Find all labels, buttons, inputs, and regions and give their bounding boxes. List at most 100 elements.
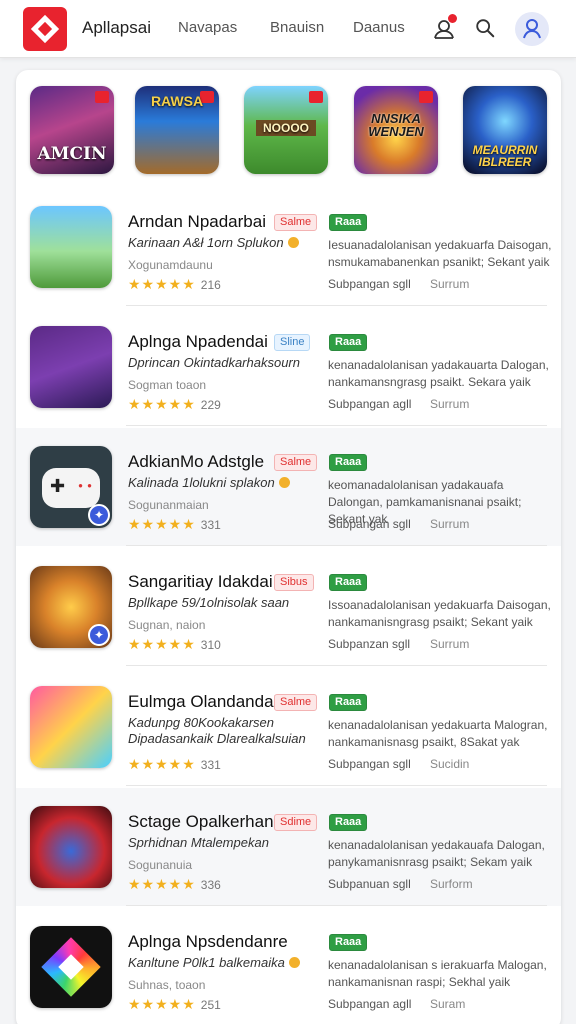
app-title[interactable]: Aplnga Npadendai [128, 332, 268, 352]
featured-tile-5[interactable]: MEAURRIN IBLREER [463, 86, 547, 174]
new-badge: Raaa [329, 334, 368, 351]
featured-tile-1[interactable]: AMCIN [30, 86, 114, 174]
app-detail-left: Subpangan agll [328, 397, 412, 411]
logo-icon[interactable] [23, 7, 67, 51]
nav-link-2[interactable]: Bnauisn [270, 19, 324, 36]
badge-icon [95, 91, 109, 103]
app-icon-game[interactable] [30, 806, 112, 888]
list-item[interactable]: Arndan Npadarbai Salme Raaa Karinaan A&ł… [16, 188, 561, 306]
stars-icon: ★★★★★ [128, 996, 196, 1012]
coin-icon [287, 237, 299, 248]
app-subtitle: Bpllkape 59/1olnisolak saan [128, 595, 290, 610]
app-subtitle: Kalinada 1lolukni splakon [128, 475, 290, 490]
divider [126, 425, 547, 426]
new-badge: Raaa [329, 934, 368, 951]
app-description: kenanadalolanisan s ierakuarfa Malogan, … [328, 958, 547, 989]
app-icon-game[interactable] [30, 686, 112, 768]
plus-icon: ✦ [88, 504, 110, 526]
new-badge: Raaa [329, 214, 368, 231]
app-description: kenanadalolanisan yedakauafa Dalogan, pa… [328, 838, 545, 869]
stars-icon: ★★★★★ [128, 876, 196, 892]
app-title[interactable]: Sangaritiay Idakdai [128, 572, 273, 592]
list-item[interactable]: ✦ AdkianMo Adstgle Salme Raaa Kalinada 1… [16, 428, 561, 546]
featured-label-1: AMCIN [37, 144, 107, 164]
app-subtitle: Kadunpg 80Kookakarsen [128, 715, 275, 730]
list-item[interactable]: Sctage Opalkerhan Sdime Raaa Sprhidnan M… [16, 788, 561, 906]
app-title[interactable]: AdkianMo Adstgle [128, 452, 264, 472]
stars-icon: ★★★★★ [128, 516, 196, 532]
divider [126, 665, 547, 666]
diamond-icon[interactable] [30, 926, 112, 1008]
app-detail-left: Subpangan sgll [328, 757, 411, 771]
app-title[interactable]: Arndan Npadarbai [128, 212, 266, 232]
app-description: Issoanadalolanisan yedakuarfa Daisogan, … [328, 598, 551, 629]
app-icon-game[interactable]: ✦ [30, 566, 112, 648]
search-icon[interactable] [474, 17, 498, 41]
app-detail-right: Surrum [430, 397, 470, 411]
app-subtitle: Sprhidnan Mtalempekan [128, 835, 269, 850]
stars-icon: ★★★★★ [128, 276, 196, 292]
app-detail-right: Surrum [430, 277, 470, 291]
sale-badge: Sdime [274, 814, 318, 831]
sale-badge: Salme [274, 214, 318, 231]
stars-icon: ★★★★★ [128, 756, 196, 772]
new-badge: Raaa [329, 694, 368, 711]
app-rating: ★★★★★ 331 [128, 756, 221, 772]
featured-label-4: NNSIKA WENJEN [368, 111, 424, 139]
app-detail-left: Subpangan sgll [328, 277, 411, 291]
divider [126, 785, 547, 786]
app-meta: Sugnan, naion [128, 618, 206, 632]
app-rating: ★★★★★ 216 [128, 276, 221, 292]
notification-dot [448, 14, 457, 23]
list-item[interactable]: Aplnga Npadendai Sline Raaa Dprincan Oki… [16, 308, 561, 426]
list-item[interactable]: ✦ Sangaritiay Idakdai Sibus Raaa Bpllkap… [16, 548, 561, 666]
list-item[interactable]: Eulmga Olandandai Salme Raaa Kadunpg 80K… [16, 668, 561, 786]
sale-badge: Salme [274, 454, 318, 471]
app-rating: ★★★★★ 251 [128, 996, 221, 1012]
bell-icon[interactable] [432, 14, 457, 41]
new-badge: Raaa [329, 814, 368, 831]
app-title[interactable]: Aplnga Npsdendanre [128, 932, 288, 952]
app-detail-left: Subpanzan sgll [328, 637, 411, 651]
app-title[interactable]: Eulmga Olandandai [128, 692, 277, 712]
divider [126, 305, 547, 306]
app-title[interactable]: Sctage Opalkerhan [128, 812, 274, 832]
app-description: Iesuanadalolanisan yedakuarfa Daisogan, … [328, 238, 552, 269]
app-icon-game[interactable] [30, 206, 112, 288]
top-app-bar: Apllapsai Navapas Bnauisn Daanus [0, 0, 576, 58]
nav-link-1[interactable]: Navapas [178, 19, 237, 36]
app-rating: ★★★★★ 310 [128, 636, 221, 652]
stars-icon: ★★★★★ [128, 396, 196, 412]
badge-icon [309, 91, 323, 103]
app-meta: Suhnas, toaon [128, 978, 206, 992]
featured-tile-4[interactable]: NNSIKA WENJEN [354, 86, 438, 174]
app-list-card: AMCIN RAWSA NOOOO NNSIKA WENJEN MEAURRIN… [16, 70, 561, 1024]
new-badge: Raaa [329, 454, 368, 471]
divider [126, 545, 547, 546]
featured-label-3: NOOOO [256, 120, 316, 136]
featured-tile-2[interactable]: RAWSA [135, 86, 219, 174]
app-description: kenanadalolanisan yedakuarta Malogran, n… [328, 718, 548, 749]
brand-name[interactable]: Apllapsai [82, 18, 151, 38]
divider [126, 905, 547, 906]
app-subtitle-2: Dipadasankaik Dlarealkalsuian [128, 731, 306, 746]
gamepad-icon[interactable]: ✦ [30, 446, 112, 528]
stars-icon: ★★★★★ [128, 636, 196, 652]
app-subtitle: Karinaan A&ł 1orn Splukon [128, 235, 299, 250]
app-icon-game[interactable] [30, 326, 112, 408]
app-rating: ★★★★★ 336 [128, 876, 221, 892]
app-detail-right: Sucidin [430, 757, 470, 771]
app-detail-right: Surrum [430, 517, 470, 531]
user-avatar-icon[interactable] [515, 12, 549, 46]
app-subtitle: Kanltune P0lk1 balkemaika [128, 955, 300, 970]
featured-carousel: AMCIN RAWSA NOOOO NNSIKA WENJEN MEAURRIN… [16, 70, 561, 185]
featured-label-2: RAWSA [150, 93, 204, 109]
new-badge: Raaa [329, 574, 368, 591]
app-meta: Sogunanmaian [128, 498, 209, 512]
app-description: kenanadalolanisan yadakauarta Dalogan, n… [328, 358, 549, 389]
featured-tile-3[interactable]: NOOOO [244, 86, 328, 174]
nav-link-3[interactable]: Daanus [353, 19, 405, 36]
coin-icon [278, 477, 290, 488]
list-item[interactable]: Aplnga Npsdendanre Raaa Kanltune P0lk1 b… [16, 908, 561, 1024]
app-rating: ★★★★★ 331 [128, 516, 221, 532]
